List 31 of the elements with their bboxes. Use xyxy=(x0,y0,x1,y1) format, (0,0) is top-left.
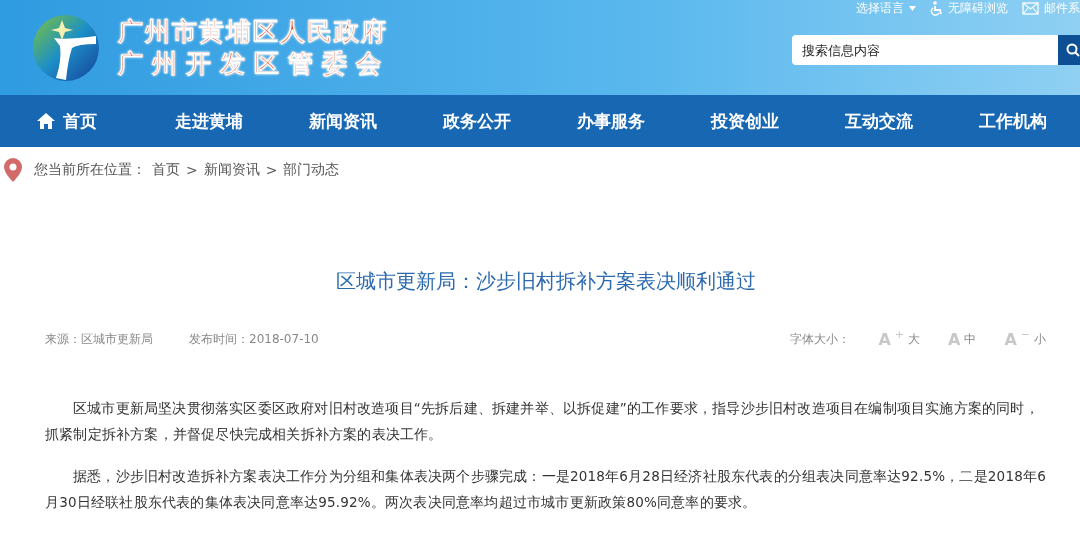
article-paragraph: 区城市更新局坚决贯彻落实区委区政府对旧村改造项目“先拆后建、拆建并举、以拆促建”的工作要求，指导沙步旧村改造项目在编制项目实施方案的同时，抓紧制定拆补方案，并督促尽快完成相关拆补方案的表决工作。 xyxy=(45,399,1040,444)
nav-link[interactable]: 首页 xyxy=(8,95,142,147)
search-field[interactable]: 搜索信息内容 xyxy=(792,35,1058,65)
breadcrumb-separator: > xyxy=(265,161,278,178)
nav-link[interactable]: 办事服务 xyxy=(544,95,678,147)
nav-link[interactable]: 互动交流 xyxy=(812,95,946,147)
font-size-label: 字体大小： xyxy=(790,330,851,348)
caret-icon xyxy=(909,5,916,11)
location-pin-icon xyxy=(4,157,22,182)
home-icon xyxy=(36,112,56,130)
nav-link[interactable]: 新闻资讯 xyxy=(276,95,410,147)
site-title: 广州市黄埔区人民政府 xyxy=(118,16,389,47)
article-title: 区城市更新局：沙步旧村拆补方案表决顺利通过 xyxy=(334,268,757,294)
nav-link[interactable]: 政务公开 xyxy=(410,95,544,147)
breadcrumb-separator: > xyxy=(186,161,198,178)
search-icon xyxy=(1066,43,1080,57)
breadcrumb-label: 您当前所在位置： xyxy=(34,160,146,179)
logo-icon xyxy=(32,13,100,82)
wheelchair-icon xyxy=(930,0,943,16)
publish-date: 发布时间：2018-07-10 xyxy=(189,330,319,348)
breadcrumb-link[interactable]: 部门动态 xyxy=(283,160,340,179)
breadcrumb-link[interactable]: 新闻资讯 xyxy=(203,160,260,179)
article-paragraph: 据悉，沙步旧村改造拆补方案表决工作分为分组和集体表决两个步骤完成：一是2018年6月28日经济社股东代表的分组表决同意率达92.5%，二是2018年6月30日经联社股东代表的集体表决同意率达95.92%。两次表决同意率均超过市城市更新政策80%同意率的要求。 xyxy=(45,467,1046,512)
mail-icon xyxy=(1022,1,1039,15)
nav-link[interactable]: 工作机构 xyxy=(946,95,1080,147)
article-source: 来源：区城市更新局 xyxy=(45,330,153,348)
site-title: 广州开发区管委会 xyxy=(118,48,390,79)
nav-link[interactable]: 走进黄埔 xyxy=(142,95,276,147)
breadcrumb-link[interactable]: 首页 xyxy=(152,160,180,179)
search-button[interactable] xyxy=(1058,35,1080,65)
nav-link[interactable]: 投资创业 xyxy=(678,95,812,147)
